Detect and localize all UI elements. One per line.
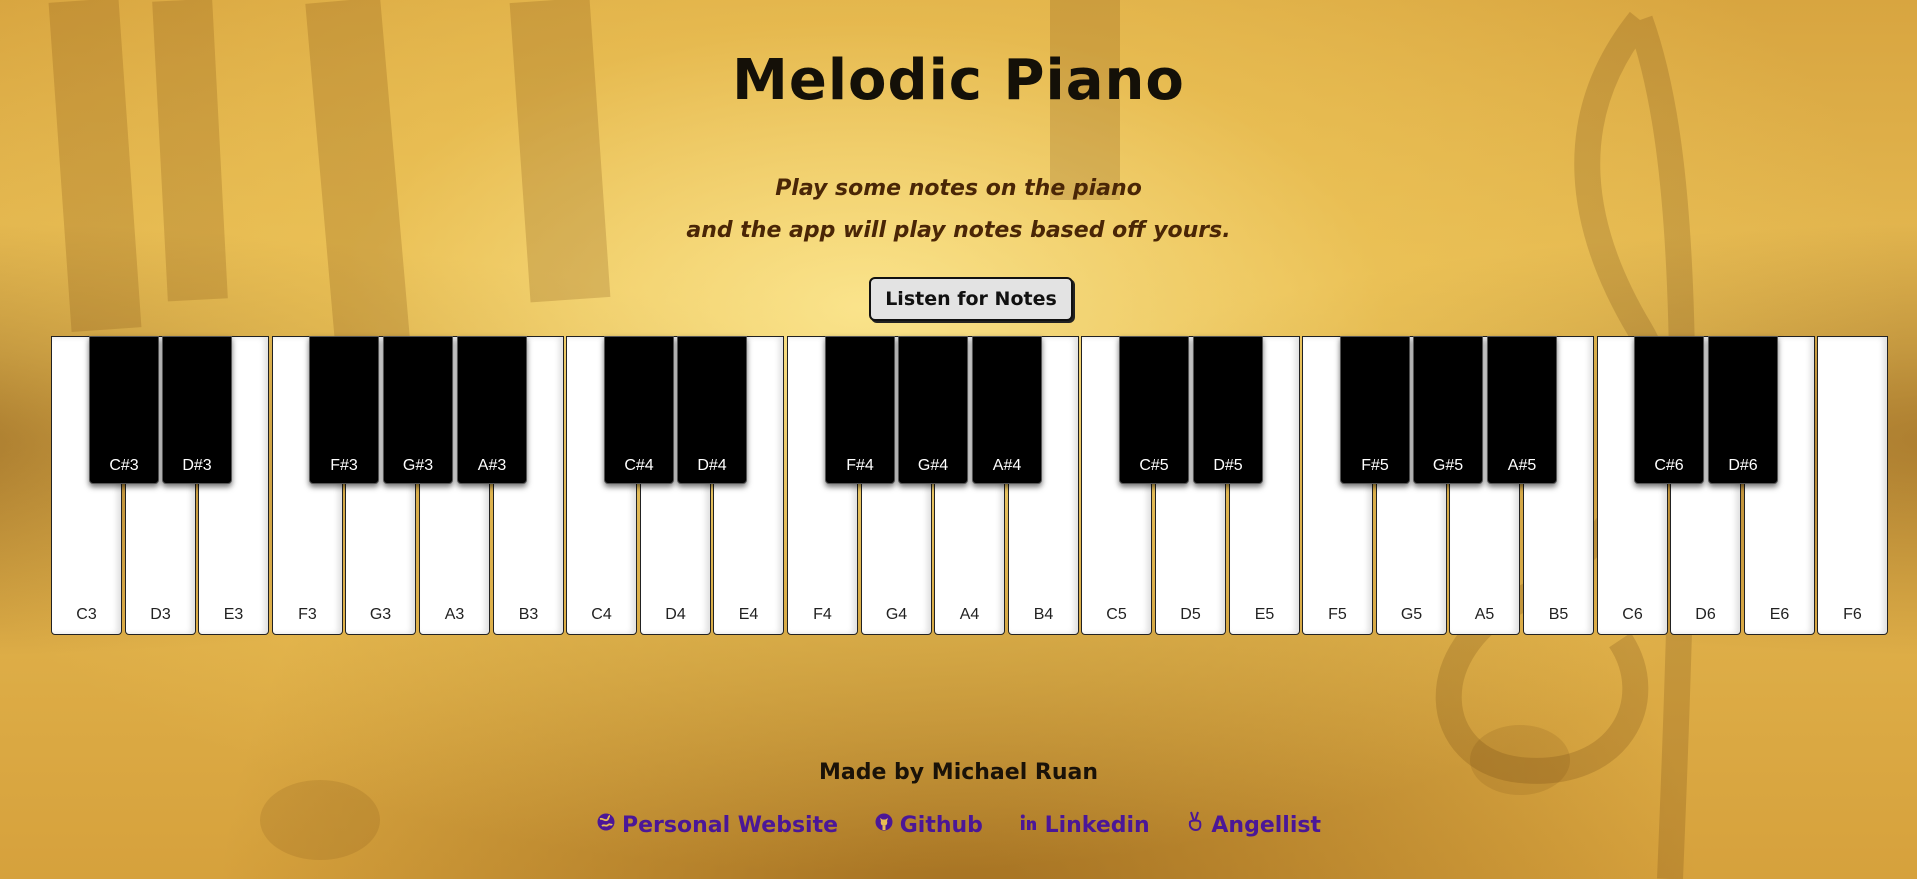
black-key-label: C#3 <box>109 457 139 474</box>
white-key-label: C5 <box>1106 606 1127 623</box>
angellist-label: Angellist <box>1211 813 1321 838</box>
white-key-label: D3 <box>150 606 171 623</box>
github-icon <box>874 812 894 837</box>
black-key-label: D#4 <box>697 457 727 474</box>
github-link[interactable]: Github <box>874 812 983 838</box>
white-key-label: D4 <box>665 606 686 623</box>
black-key-f-sharp5[interactable]: F#5 <box>1340 336 1410 484</box>
black-key-label: D#3 <box>182 457 212 474</box>
subtitle-line-1: Play some notes on the piano <box>775 176 1142 201</box>
black-key-label: F#3 <box>330 457 358 474</box>
black-key-label: F#4 <box>846 457 874 474</box>
white-key-label: F6 <box>1843 606 1862 623</box>
white-key-label: F3 <box>298 606 317 623</box>
black-key-c-sharp6[interactable]: C#6 <box>1634 336 1704 484</box>
black-key-f-sharp4[interactable]: F#4 <box>825 336 895 484</box>
subtitle-line-2: and the app will play notes based off yo… <box>686 218 1231 243</box>
white-key-label: G3 <box>369 606 392 623</box>
white-key-label: A5 <box>1474 606 1495 623</box>
white-key-label: G5 <box>1400 606 1423 623</box>
black-key-label: C#6 <box>1654 457 1684 474</box>
black-key-label: D#6 <box>1728 457 1758 474</box>
white-key-label: D6 <box>1695 606 1716 623</box>
white-key-label: C4 <box>591 606 612 623</box>
black-key-c-sharp5[interactable]: C#5 <box>1119 336 1189 484</box>
personal-website-link[interactable]: Personal Website <box>596 812 838 838</box>
black-key-d-sharp3[interactable]: D#3 <box>162 336 232 484</box>
black-key-label: G#5 <box>1432 457 1464 474</box>
black-key-c-sharp3[interactable]: C#3 <box>89 336 159 484</box>
white-key-label: E4 <box>738 606 759 623</box>
personal-website-label: Personal Website <box>622 813 839 838</box>
black-key-label: G#4 <box>917 457 949 474</box>
white-key-label: F4 <box>813 606 832 623</box>
black-key-label: D#5 <box>1213 457 1243 474</box>
black-key-label: C#4 <box>624 457 654 474</box>
angellist-link[interactable]: Angellist <box>1185 810 1321 838</box>
white-key-label: E5 <box>1254 606 1275 623</box>
black-key-f-sharp3[interactable]: F#3 <box>309 336 379 484</box>
white-key-label: C3 <box>76 606 97 623</box>
listen-for-notes-button[interactable]: Listen for Notes <box>869 277 1073 321</box>
footer-links: Personal Website Github Linkedin Angelli… <box>0 810 1917 838</box>
white-key-label: G4 <box>885 606 908 623</box>
white-key-label: E6 <box>1769 606 1790 623</box>
angellist-icon <box>1185 810 1205 837</box>
white-key-label: B5 <box>1548 606 1569 623</box>
black-key-d-sharp6[interactable]: D#6 <box>1708 336 1778 484</box>
black-key-g-sharp4[interactable]: G#4 <box>898 336 968 484</box>
white-key-label: B4 <box>1033 606 1054 623</box>
credit-text: Made by Michael Ruan <box>818 760 1099 785</box>
black-key-c-sharp4[interactable]: C#4 <box>604 336 674 484</box>
white-key-label: A4 <box>959 606 980 623</box>
white-key-label: B3 <box>518 606 539 623</box>
black-key-label: A#4 <box>992 457 1022 474</box>
black-key-a-sharp5[interactable]: A#5 <box>1487 336 1557 484</box>
white-key-label: A3 <box>444 606 465 623</box>
linkedin-label: Linkedin <box>1044 813 1150 838</box>
white-key-label: F5 <box>1328 606 1347 623</box>
white-key-f6[interactable]: F6 <box>1817 336 1888 635</box>
github-label: Github <box>899 813 983 838</box>
black-key-g-sharp5[interactable]: G#5 <box>1413 336 1483 484</box>
white-key-label: E3 <box>223 606 244 623</box>
linkedin-icon <box>1019 812 1039 837</box>
black-key-label: C#5 <box>1139 457 1169 474</box>
globe-icon <box>596 812 616 837</box>
black-key-a-sharp3[interactable]: A#3 <box>457 336 527 484</box>
black-key-d-sharp4[interactable]: D#4 <box>677 336 747 484</box>
white-key-label: D5 <box>1180 606 1201 623</box>
page-title: Melodic Piano <box>732 48 1185 113</box>
white-key-label: C6 <box>1622 606 1643 623</box>
black-key-label: G#3 <box>402 457 434 474</box>
black-key-a-sharp4[interactable]: A#4 <box>972 336 1042 484</box>
black-key-label: F#5 <box>1361 457 1389 474</box>
black-key-label: A#5 <box>1507 457 1537 474</box>
black-key-label: A#3 <box>477 457 507 474</box>
piano-keyboard: C3 D3 E3 F3 G3 A3 B3 C4 D4 E4 F4 G4 A4 B4 C5 D5 E5 F5 G5 A5… <box>51 336 1891 636</box>
linkedin-link[interactable]: Linkedin <box>1019 812 1150 838</box>
black-key-d-sharp5[interactable]: D#5 <box>1193 336 1263 484</box>
black-key-g-sharp3[interactable]: G#3 <box>383 336 453 484</box>
